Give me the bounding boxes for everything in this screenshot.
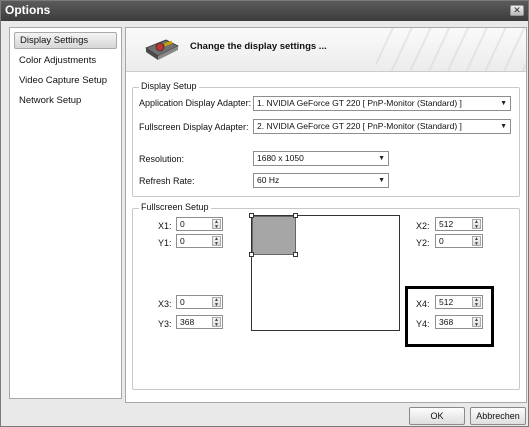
y2-label: Y2: bbox=[416, 238, 430, 248]
x2-label: X2: bbox=[416, 221, 430, 231]
app-adapter-select[interactable]: 1. NVIDIA GeForce GT 220 [ PnP-Monitor (… bbox=[253, 96, 511, 111]
y1-value: 0 bbox=[180, 236, 185, 246]
ok-button[interactable]: OK bbox=[409, 407, 465, 425]
chevron-down-icon: ▼ bbox=[378, 177, 385, 184]
graphics-card-icon bbox=[145, 39, 179, 60]
resolution-label: Resolution: bbox=[139, 154, 185, 164]
spin-arrows-icon[interactable]: ▲ ▼ bbox=[472, 219, 481, 230]
y3-value: 368 bbox=[180, 317, 195, 327]
display-setup-legend: Display Setup bbox=[139, 81, 199, 91]
screen-preview[interactable] bbox=[249, 213, 400, 331]
close-icon[interactable]: ✕ bbox=[510, 5, 524, 16]
refresh-rate-label: Refresh Rate: bbox=[139, 176, 195, 186]
x3-label: X3: bbox=[158, 299, 172, 309]
x3-stepper[interactable]: 0 ▲ ▼ bbox=[176, 295, 223, 309]
chevron-down-icon: ▼ bbox=[378, 155, 385, 162]
panel-header: Change the display settings ... bbox=[126, 28, 526, 72]
spin-arrows-icon[interactable]: ▲ ▼ bbox=[212, 236, 221, 247]
x1-value: 0 bbox=[180, 219, 185, 229]
refresh-rate-select[interactable]: 60 Hz ▼ bbox=[253, 173, 389, 188]
options-window: Options ✕ Display Settings Color Adjustm… bbox=[0, 0, 529, 427]
fs-adapter-select[interactable]: 2. NVIDIA GeForce GT 220 [ PnP-Monitor (… bbox=[253, 119, 511, 134]
y2-stepper[interactable]: 0 ▲ ▼ bbox=[435, 234, 483, 248]
chevron-down-icon: ▼ bbox=[500, 123, 507, 130]
resolution-select[interactable]: 1680 x 1050 ▼ bbox=[253, 151, 389, 166]
fullscreen-setup-legend: Fullscreen Setup bbox=[139, 202, 211, 212]
fs-adapter-value: 2. NVIDIA GeForce GT 220 [ PnP-Monitor (… bbox=[257, 121, 462, 131]
resize-handle-top-left[interactable] bbox=[249, 213, 254, 218]
resize-handle-bottom-left[interactable] bbox=[249, 252, 254, 257]
highlight-box bbox=[405, 286, 494, 347]
fullscreen-area-rect[interactable] bbox=[252, 216, 296, 255]
spin-arrows-icon[interactable]: ▲ ▼ bbox=[212, 297, 221, 308]
sidebar: Display Settings Color Adjustments Video… bbox=[9, 27, 122, 399]
header-decoration bbox=[376, 28, 526, 71]
x2-stepper[interactable]: 512 ▲ ▼ bbox=[435, 217, 483, 231]
cancel-button[interactable]: Abbrechen bbox=[470, 407, 526, 425]
resize-handle-bottom-right[interactable] bbox=[293, 252, 298, 257]
y1-label: Y1: bbox=[158, 238, 172, 248]
chevron-down-icon: ▼ bbox=[500, 100, 507, 107]
spin-arrows-icon[interactable]: ▲ ▼ bbox=[212, 219, 221, 230]
window-title: Options bbox=[5, 3, 51, 17]
spin-arrows-icon[interactable]: ▲ ▼ bbox=[472, 236, 481, 247]
x1-label: X1: bbox=[158, 221, 172, 231]
sidebar-item-color-adjustments[interactable]: Color Adjustments bbox=[14, 52, 117, 69]
sidebar-item-network-setup[interactable]: Network Setup bbox=[14, 92, 117, 109]
app-adapter-value: 1. NVIDIA GeForce GT 220 [ PnP-Monitor (… bbox=[257, 98, 462, 108]
y1-stepper[interactable]: 0 ▲ ▼ bbox=[176, 234, 223, 248]
refresh-rate-value: 60 Hz bbox=[257, 175, 280, 185]
sidebar-item-display-settings[interactable]: Display Settings bbox=[14, 32, 117, 49]
app-adapter-label: Application Display Adapter: bbox=[139, 98, 252, 108]
x2-value: 512 bbox=[439, 219, 454, 229]
x3-value: 0 bbox=[180, 297, 185, 307]
resolution-value: 1680 x 1050 bbox=[257, 153, 304, 163]
panel-title: Change the display settings ... bbox=[190, 41, 327, 52]
fs-adapter-label: Fullscreen Display Adapter: bbox=[139, 122, 249, 132]
y3-stepper[interactable]: 368 ▲ ▼ bbox=[176, 315, 223, 329]
title-bar[interactable]: Options ✕ bbox=[1, 1, 528, 21]
y2-value: 0 bbox=[439, 236, 444, 246]
y3-label: Y3: bbox=[158, 319, 172, 329]
resize-handle-top-right[interactable] bbox=[293, 213, 298, 218]
x1-stepper[interactable]: 0 ▲ ▼ bbox=[176, 217, 223, 231]
spin-arrows-icon[interactable]: ▲ ▼ bbox=[212, 317, 221, 328]
sidebar-item-video-capture-setup[interactable]: Video Capture Setup bbox=[14, 72, 117, 89]
